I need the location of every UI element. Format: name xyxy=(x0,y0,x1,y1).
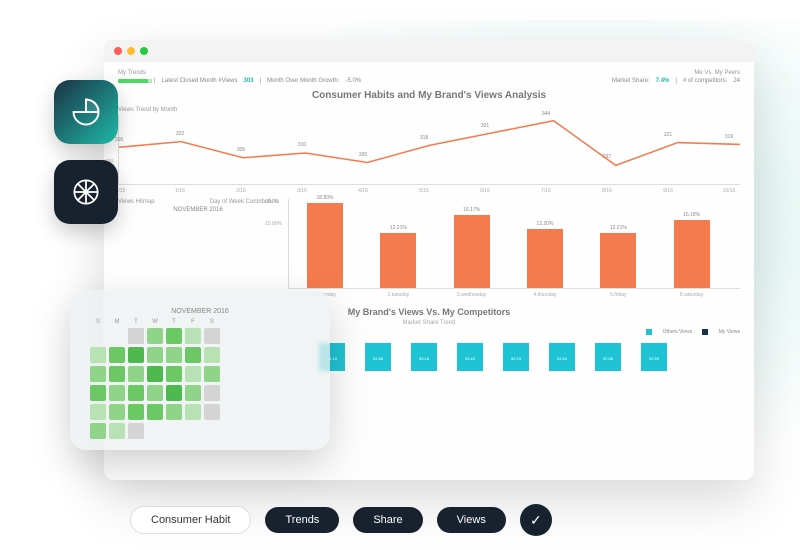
pill-consumer-habit[interactable]: Consumer Habit xyxy=(130,506,251,534)
heatmap-grid xyxy=(90,328,310,439)
latest-views-label: Latest Closed Month #Views xyxy=(162,78,238,84)
page-title: Consumer Habits and My Brand's Views Ana… xyxy=(118,90,740,101)
mom-label: Month Over Month Growth: xyxy=(267,78,339,84)
minimize-icon[interactable] xyxy=(127,47,135,55)
line-chart-title: Views Trend by Month xyxy=(118,107,740,113)
mom-value: -5.0% xyxy=(345,78,361,84)
pill-views[interactable]: Views xyxy=(437,507,506,533)
pie-chart-icon[interactable] xyxy=(54,80,118,144)
day-contribution-chart: 20.0%15.00%18.83%1.monday12.21%2.tuesday… xyxy=(288,199,740,289)
pill-trends[interactable]: Trends xyxy=(265,507,339,533)
heatmap-title: NOVEMBER 2016 xyxy=(90,308,310,315)
window-titlebar xyxy=(104,40,754,62)
my-trends-label: My Trends xyxy=(118,70,361,76)
latest-views-value: 303 xyxy=(244,78,254,84)
divider: | xyxy=(675,78,677,84)
heatmap-month: NOVEMBER 2016 xyxy=(118,207,278,213)
legend-my: My Views xyxy=(719,329,740,335)
share-value: 7.4% xyxy=(656,78,670,84)
grid-icon[interactable] xyxy=(54,160,118,224)
comp-value: 24 xyxy=(733,78,740,84)
legend-others: Others Views xyxy=(663,329,693,335)
check-icon[interactable]: ✓ xyxy=(520,504,552,536)
heatmap-card: NOVEMBER 2016 SMTWTFS xyxy=(70,290,330,450)
close-icon[interactable] xyxy=(114,47,122,55)
maximize-icon[interactable] xyxy=(140,47,148,55)
peers-label: Me Vs. My Peers xyxy=(612,70,740,76)
divider: | xyxy=(260,78,262,84)
hitmap-label: Views Hitmap xyxy=(118,199,155,205)
kpi-spark xyxy=(118,79,148,83)
tab-pills: Consumer Habit Trends Share Views ✓ xyxy=(130,504,552,536)
heatmap-weekdays: SMTWTFS xyxy=(90,319,310,325)
views-trend-chart: 35032530031612/153221/163052/163103/1630… xyxy=(118,115,740,185)
pill-share[interactable]: Share xyxy=(353,507,422,533)
divider: | xyxy=(154,78,156,84)
comp-label: # of competitors: xyxy=(683,78,727,84)
share-label: Market Share: xyxy=(612,78,650,84)
